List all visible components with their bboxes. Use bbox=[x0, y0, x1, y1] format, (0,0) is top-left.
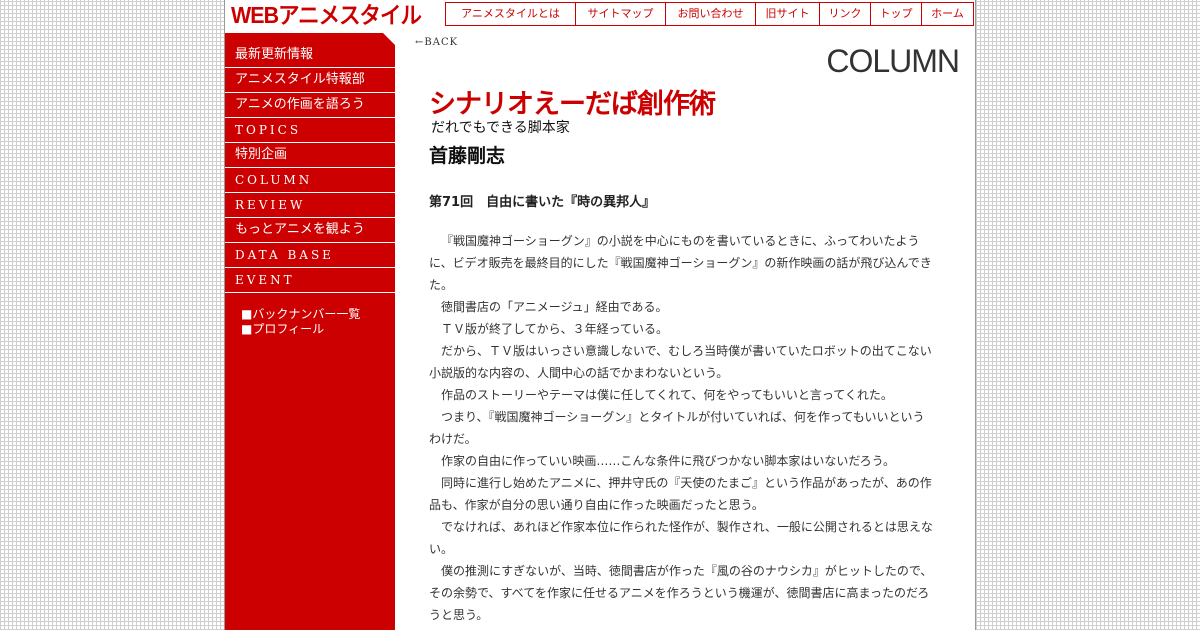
sidebar-item-column[interactable]: COLUMN bbox=[225, 168, 395, 193]
paragraph: でなければ、あれほど作家本位に作られた怪作が、製作され、一般に公開されるとは思え… bbox=[429, 520, 933, 556]
paragraph: 僕の推測にすぎないが、当時、徳間書店が作った『風の谷のナウシカ』がヒットしたので… bbox=[429, 564, 933, 622]
sidebar-item-topics[interactable]: TOPICS bbox=[225, 118, 395, 143]
nav-about[interactable]: アニメスタイルとは bbox=[446, 3, 575, 25]
nav-contact[interactable]: お問い合わせ bbox=[665, 3, 755, 25]
site-logo[interactable]: WEBアニメスタイル bbox=[231, 2, 428, 28]
paragraph: 作家の自由に作っていい映画……こんな条件に飛びつかない脚本家はいないだろう。 bbox=[441, 454, 895, 468]
nav-home[interactable]: ホーム bbox=[921, 3, 973, 25]
episode-title: 第71回 自由に書いた『時の異邦人』 bbox=[429, 195, 656, 210]
sidebar-item-watch-more[interactable]: もっとアニメを観よう bbox=[225, 218, 395, 243]
article-body: 『戦国魔神ゴーショーグン』の小説を中心にものを書いているときに、ふってわいたよう… bbox=[429, 230, 935, 626]
paragraph: ＴＶ版が終了してから、３年経っている。 bbox=[441, 322, 669, 336]
profile-link[interactable]: ■プロフィール bbox=[241, 322, 395, 337]
sidebar-item-event[interactable]: EVENT bbox=[225, 268, 395, 293]
sidebar-menu: 最新更新情報 アニメスタイル特報部 アニメの作画を語ろう TOPICS 特別企画… bbox=[225, 33, 395, 293]
sidebar-item-sakuga[interactable]: アニメの作画を語ろう bbox=[225, 93, 395, 118]
paragraph: 同時に進行し始めたアニメに、押井守氏の『天使のたまご』という作品があったが、あの… bbox=[429, 476, 932, 512]
page-container: WEBアニメスタイル アニメスタイルとは サイトマップ お問い合わせ 旧サイト … bbox=[224, 0, 976, 630]
paragraph: 徳間書店の「アニメージュ」経由である。 bbox=[441, 300, 668, 314]
nav-links[interactable]: リンク bbox=[819, 3, 870, 25]
paragraph: つまり、『戦国魔神ゴーショーグン』とタイトルが付いていれば、何を作ってもいいとい… bbox=[429, 410, 925, 446]
paragraph: だから、ＴＶ版はいっさい意識しないで、むしろ当時僕が書いていたロボットの出てこな… bbox=[429, 344, 932, 380]
paragraph: 『戦国魔神ゴーショーグン』の小説を中心にものを書いているときに、ふってわいたよう… bbox=[429, 234, 932, 292]
sidebar-sub-links: ■バックナンバー一覧 ■プロフィール bbox=[225, 307, 395, 337]
series-title: シナリオえーだば創作術 bbox=[429, 89, 716, 120]
sidebar-item-review[interactable]: REVIEW bbox=[225, 193, 395, 218]
nav-old-site[interactable]: 旧サイト bbox=[755, 3, 819, 25]
sidebar-item-database[interactable]: DATA BASE bbox=[225, 243, 395, 268]
sidebar-item-special[interactable]: 特別企画 bbox=[225, 143, 395, 168]
paragraph: 作品のストーリーやテーマは僕に任してくれて、何をやってもいいと言ってくれた。 bbox=[441, 388, 893, 402]
series-subtitle: だれでもできる脚本家 bbox=[431, 120, 570, 136]
sidebar-item-news[interactable]: アニメスタイル特報部 bbox=[225, 68, 395, 93]
nav-sitemap[interactable]: サイトマップ bbox=[575, 3, 665, 25]
top-navigation: アニメスタイルとは サイトマップ お問い合わせ 旧サイト リンク トップ ホーム bbox=[445, 2, 974, 26]
author-name: 首藤剛志 bbox=[429, 145, 506, 167]
sidebar: 最新更新情報 アニメスタイル特報部 アニメの作画を語ろう TOPICS 特別企画… bbox=[225, 33, 395, 630]
sidebar-corner-notch bbox=[383, 33, 395, 45]
sidebar-item-latest[interactable]: 最新更新情報 bbox=[225, 43, 395, 68]
back-link[interactable]: ←BACK bbox=[415, 37, 458, 48]
backnumber-link[interactable]: ■バックナンバー一覧 bbox=[241, 307, 395, 322]
nav-top[interactable]: トップ bbox=[870, 3, 921, 25]
section-heading: COLUMN bbox=[826, 43, 960, 79]
